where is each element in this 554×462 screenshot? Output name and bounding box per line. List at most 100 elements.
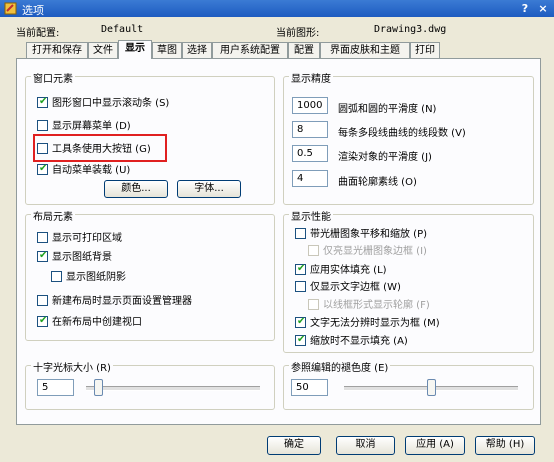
show-paper-background-checkbox[interactable]: ✔ 显示图纸背景 xyxy=(37,249,112,264)
layout-elements-group: 布局元素 显示可打印区域 ✔ 显示图纸背景 显示图纸阴影 新建布局时显示页面设置管… xyxy=(25,208,275,341)
checkmark-icon: ✔ xyxy=(39,314,48,326)
help-icon[interactable]: ? xyxy=(518,2,532,15)
colors-button[interactable]: 颜色... xyxy=(104,180,168,198)
tab-user-preferences[interactable]: 用户系统配置 xyxy=(212,42,288,58)
crosshair-size-group: 十字光标大小 (R) 5 xyxy=(25,359,275,410)
checkbox-box: ✔ xyxy=(37,162,48,175)
show-screen-menu-checkbox[interactable]: 显示屏幕菜单 (D) xyxy=(37,119,131,133)
checkbox-label: 应用实体填充 (L) xyxy=(310,265,387,276)
checkbox-label: 以线框形式显示轮廓 (F) xyxy=(323,300,430,311)
checkmark-icon: ✔ xyxy=(297,315,306,327)
checkbox-label: 缩放时不显示填充 (A) xyxy=(310,336,408,347)
checkbox-box xyxy=(37,119,48,131)
show-page-setup-manager-checkbox[interactable]: 新建布局时显示页面设置管理器 xyxy=(37,294,192,308)
window-title: 选项 xyxy=(22,4,44,17)
auto-menu-load-checkbox[interactable]: ✔ 自动菜单装载 (U) xyxy=(37,162,131,177)
checkbox-label: 文字无法分辨时显示为框 (M) xyxy=(310,318,440,329)
arc-smoothness-label: 圆弧和圆的平滑度 (N) xyxy=(338,104,437,115)
highlight-raster-frame-checkbox[interactable]: 仅亮显光栅图象边框 (I) xyxy=(308,244,427,258)
create-viewport-checkbox[interactable]: ✔ 在新布局中创建视口 xyxy=(37,314,142,329)
checkbox-box xyxy=(37,294,48,306)
no-fill-on-zoom-checkbox[interactable]: ✔ 缩放时不显示填充 (A) xyxy=(295,333,408,348)
checkbox-box xyxy=(308,298,319,310)
tab-selection[interactable]: 选择 xyxy=(182,42,212,58)
contour-lines-input[interactable]: 4 xyxy=(292,170,328,187)
xref-fade-input[interactable]: 50 xyxy=(291,379,328,396)
close-icon[interactable]: × xyxy=(536,2,550,15)
checkmark-icon: ✔ xyxy=(297,262,306,274)
xref-fade-title: 参照编辑的褪色度 (E) xyxy=(289,359,391,374)
layout-elements-title: 布局元素 xyxy=(31,208,75,223)
tab-display[interactable]: 显示 xyxy=(118,40,152,59)
checkmark-icon: ✔ xyxy=(297,333,306,345)
checkbox-label: 带光栅图象平移和缩放 (P) xyxy=(310,229,428,240)
checkbox-label: 显示可打印区域 xyxy=(52,233,122,244)
highlight-box xyxy=(33,134,167,162)
checkbox-box xyxy=(308,244,319,256)
current-drawing-label: 当前图形: xyxy=(276,28,320,39)
checkbox-label: 显示屏幕菜单 (D) xyxy=(52,121,131,132)
checkmark-icon: ✔ xyxy=(39,162,48,174)
title-bar: 选项 ? × xyxy=(0,0,554,17)
tab-drafting[interactable]: 草图 xyxy=(152,42,182,58)
text-boundary-checkbox[interactable]: 仅显示文字边框 (W) xyxy=(295,280,401,294)
cancel-button[interactable]: 取消 xyxy=(336,436,395,455)
arc-smoothness-input[interactable]: 1000 xyxy=(292,97,328,114)
tab-skin-theme[interactable]: 界面皮肤和主题 xyxy=(320,42,410,58)
checkmark-icon: ✔ xyxy=(39,95,48,107)
checkbox-box xyxy=(295,280,306,292)
checkbox-label: 图形窗口中显示滚动条 (S) xyxy=(52,98,170,109)
checkmark-icon: ✔ xyxy=(39,249,48,261)
current-drawing-value: Drawing3.dwg xyxy=(374,24,447,35)
xref-fade-group: 参照编辑的褪色度 (E) 50 xyxy=(283,359,534,410)
apply-button[interactable]: 应用 (A) xyxy=(405,436,465,455)
show-paper-shadow-checkbox[interactable]: 显示图纸阴影 xyxy=(51,270,126,284)
checkbox-box: ✔ xyxy=(295,315,306,328)
checkbox-label: 显示图纸背景 xyxy=(52,252,112,263)
crosshair-slider-track[interactable] xyxy=(86,386,260,391)
contour-lines-label: 曲面轮廓素线 (O) xyxy=(338,177,417,188)
tab-profiles[interactable]: 配置 xyxy=(288,42,320,58)
polyline-segments-input[interactable]: 8 xyxy=(292,121,328,138)
help-button[interactable]: 帮助 (H) xyxy=(475,436,535,455)
window-elements-title: 窗口元素 xyxy=(31,70,75,85)
current-profile-value: Default xyxy=(101,24,144,35)
apply-solid-fill-checkbox[interactable]: ✔ 应用实体填充 (L) xyxy=(295,262,387,277)
checkbox-box: ✔ xyxy=(295,262,306,275)
checkbox-label: 自动菜单装载 (U) xyxy=(52,165,131,176)
app-icon xyxy=(4,2,17,15)
text-as-box-checkbox[interactable]: ✔ 文字无法分辨时显示为框 (M) xyxy=(295,315,440,330)
checkbox-label: 显示图纸阴影 xyxy=(66,272,126,283)
current-profile-label: 当前配置: xyxy=(16,28,60,39)
crosshair-size-input[interactable]: 5 xyxy=(37,379,74,396)
checkbox-box xyxy=(295,227,306,239)
display-performance-group: 显示性能 带光栅图象平移和缩放 (P) 仅亮显光栅图象边框 (I) ✔ 应用实体填… xyxy=(283,208,534,353)
ok-button[interactable]: 确定 xyxy=(267,436,321,455)
render-smoothness-input[interactable]: 0.5 xyxy=(292,145,328,162)
wireframe-silhouette-checkbox[interactable]: 以线框形式显示轮廓 (F) xyxy=(308,298,430,312)
show-scrollbars-checkbox[interactable]: ✔ 图形窗口中显示滚动条 (S) xyxy=(37,95,170,110)
tab-panel: 窗口元素 ✔ 图形窗口中显示滚动条 (S) 显示屏幕菜单 (D) 工具条使用大按钮… xyxy=(16,58,541,425)
checkbox-box: ✔ xyxy=(295,333,306,346)
checkbox-box: ✔ xyxy=(37,95,48,108)
checkbox-label: 仅亮显光栅图象边框 (I) xyxy=(323,246,427,257)
polyline-segments-label: 每条多段线曲线的线段数 (V) xyxy=(338,128,466,139)
display-precision-title: 显示精度 xyxy=(289,70,333,85)
crosshair-slider-thumb[interactable] xyxy=(94,379,104,396)
display-precision-group: 显示精度 1000 圆弧和圆的平滑度 (N) 8 每条多段线曲线的线段数 (V)… xyxy=(283,70,534,205)
checkbox-box: ✔ xyxy=(37,249,48,262)
xref-fade-slider-thumb[interactable] xyxy=(426,379,436,396)
checkbox-box xyxy=(37,231,48,243)
checkbox-label: 在新布局中创建视口 xyxy=(52,317,142,328)
display-performance-title: 显示性能 xyxy=(289,208,333,223)
checkbox-box: ✔ xyxy=(37,314,48,327)
checkbox-label: 新建布局时显示页面设置管理器 xyxy=(52,296,192,307)
checkbox-box xyxy=(51,270,62,282)
raster-pan-zoom-checkbox[interactable]: 带光栅图象平移和缩放 (P) xyxy=(295,227,428,241)
tab-open-save[interactable]: 打开和保存 xyxy=(26,42,88,58)
show-printable-area-checkbox[interactable]: 显示可打印区域 xyxy=(37,231,122,245)
fonts-button[interactable]: 字体... xyxy=(177,180,241,198)
tab-plot[interactable]: 打印 xyxy=(410,42,440,58)
checkbox-label: 仅显示文字边框 (W) xyxy=(310,282,401,293)
tab-files[interactable]: 文件 xyxy=(88,42,118,58)
